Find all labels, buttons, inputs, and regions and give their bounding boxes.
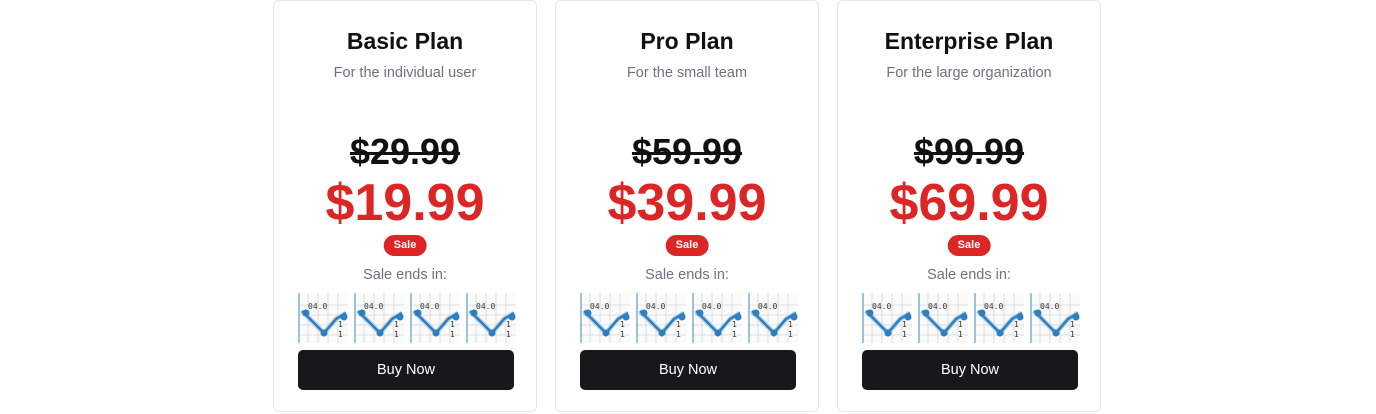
svg-text:1: 1 <box>732 320 737 329</box>
sale-ends-label: Sale ends in: <box>927 267 1011 283</box>
buy-now-button[interactable]: Buy Now <box>298 350 514 390</box>
svg-text:1: 1 <box>394 330 399 339</box>
pricing-card-basic: Basic Plan For the individual user $29.9… <box>273 0 537 412</box>
svg-text:1: 1 <box>620 320 625 329</box>
svg-text:1: 1 <box>958 330 963 339</box>
svg-text:1: 1 <box>788 320 793 329</box>
svg-text:04.0: 04.0 <box>702 302 721 311</box>
svg-text:1: 1 <box>1070 330 1075 339</box>
svg-text:1: 1 <box>506 320 511 329</box>
pricing-card-pro: Pro Plan For the small team $59.99 $39.9… <box>555 0 819 412</box>
svg-text:04.0: 04.0 <box>646 302 665 311</box>
countdown-timer: 04.0 1 1 04.0 1 1 04.0 1 1 04.0 1 1 <box>862 293 1080 343</box>
countdown-timer: 04.0 1 1 04.0 1 1 04.0 1 1 04.0 1 1 <box>298 293 516 343</box>
sale-ends-label: Sale ends in: <box>363 267 447 283</box>
svg-text:1: 1 <box>1070 320 1075 329</box>
countdown-tile-icon: 04.0 1 1 <box>918 293 968 343</box>
svg-text:1: 1 <box>676 330 681 339</box>
sale-price: $19.99 <box>325 174 485 232</box>
svg-text:04.0: 04.0 <box>758 302 777 311</box>
sale-ends-label: Sale ends in: <box>645 267 729 283</box>
plan-title: Basic Plan <box>346 28 464 54</box>
svg-text:04.0: 04.0 <box>590 302 609 311</box>
original-price: $29.99 <box>349 131 461 172</box>
countdown-tile-icon: 04.0 1 1 <box>692 293 742 343</box>
plan-subtitle: For the small team <box>626 65 748 81</box>
svg-text:1: 1 <box>732 330 737 339</box>
plan-subtitle: For the individual user <box>333 65 477 81</box>
svg-text:04.0: 04.0 <box>872 302 891 311</box>
countdown-tile-icon: 04.0 1 1 <box>1030 293 1080 343</box>
svg-text:1: 1 <box>958 320 963 329</box>
plan-title: Enterprise Plan <box>884 28 1054 54</box>
svg-text:04.0: 04.0 <box>308 302 327 311</box>
svg-text:04.0: 04.0 <box>364 302 383 311</box>
sale-price: $69.99 <box>889 174 1049 232</box>
countdown-tile-icon: 04.0 1 1 <box>974 293 1024 343</box>
original-price: $99.99 <box>913 131 1025 172</box>
countdown-tile-icon: 04.0 1 1 <box>410 293 460 343</box>
buy-now-button[interactable]: Buy Now <box>580 350 796 390</box>
svg-text:1: 1 <box>506 330 511 339</box>
svg-text:1: 1 <box>902 320 907 329</box>
countdown-timer: 04.0 1 1 04.0 1 1 04.0 1 1 04.0 1 1 <box>580 293 798 343</box>
svg-text:1: 1 <box>450 330 455 339</box>
original-price: $59.99 <box>631 131 743 172</box>
svg-text:1: 1 <box>338 320 343 329</box>
svg-text:1: 1 <box>902 330 907 339</box>
svg-text:1: 1 <box>1014 330 1019 339</box>
svg-text:04.0: 04.0 <box>1040 302 1059 311</box>
countdown-tile-icon: 04.0 1 1 <box>354 293 404 343</box>
sale-badge: Sale <box>665 235 709 256</box>
svg-text:1: 1 <box>1014 320 1019 329</box>
plan-subtitle: For the large organization <box>886 65 1052 81</box>
sale-price: $39.99 <box>607 174 767 232</box>
svg-text:1: 1 <box>450 320 455 329</box>
svg-text:04.0: 04.0 <box>420 302 439 311</box>
svg-text:1: 1 <box>676 320 681 329</box>
svg-text:1: 1 <box>394 320 399 329</box>
sale-badge: Sale <box>383 235 427 256</box>
countdown-tile-icon: 04.0 1 1 <box>862 293 912 343</box>
svg-text:04.0: 04.0 <box>476 302 495 311</box>
sale-badge: Sale <box>947 235 991 256</box>
pricing-card-enterprise: Enterprise Plan For the large organizati… <box>837 0 1101 412</box>
countdown-tile-icon: 04.0 1 1 <box>748 293 798 343</box>
svg-text:04.0: 04.0 <box>928 302 947 311</box>
buy-now-button[interactable]: Buy Now <box>862 350 1078 390</box>
countdown-tile-icon: 04.0 1 1 <box>466 293 516 343</box>
countdown-tile-icon: 04.0 1 1 <box>636 293 686 343</box>
countdown-tile-icon: 04.0 1 1 <box>298 293 348 343</box>
plan-title: Pro Plan <box>640 28 734 54</box>
countdown-tile-icon: 04.0 1 1 <box>580 293 630 343</box>
svg-text:1: 1 <box>620 330 625 339</box>
svg-text:04.0: 04.0 <box>984 302 1003 311</box>
svg-text:1: 1 <box>338 330 343 339</box>
svg-text:1: 1 <box>788 330 793 339</box>
